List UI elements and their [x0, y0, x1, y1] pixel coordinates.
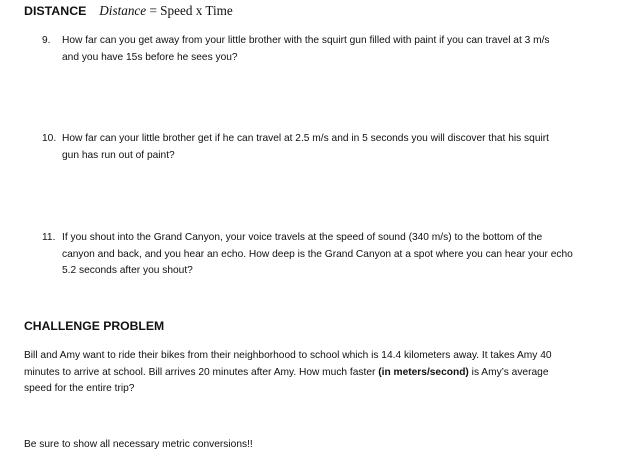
question-line: and you have 15s before he sees you? — [62, 51, 238, 63]
section-label-distance: DISTANCE — [24, 4, 87, 18]
units-emphasis: (in meters/second) — [378, 366, 469, 378]
question-number: 11. — [42, 232, 56, 243]
challenge-line-start: minutes to arrive at school. Bill arrive… — [24, 366, 379, 378]
formula-variable: Distance — [99, 3, 147, 18]
question-number: 10. — [42, 133, 57, 144]
question-line: canyon and back, and you hear an echo. H… — [62, 248, 573, 260]
challenge-line: minutes to arrive at school. Bill arrive… — [24, 365, 614, 382]
question-line: How far can you get away from your littl… — [62, 35, 550, 46]
challenge-line: Bill and Amy want to ride their bikes fr… — [24, 350, 552, 361]
question-10: 10. How far can your little brother get … — [42, 131, 612, 164]
question-line: gun has run out of paint? — [62, 149, 175, 161]
challenge-line: speed for the entire trip? — [24, 383, 135, 394]
conversion-note: Be sure to show all necessary metric con… — [24, 439, 253, 450]
challenge-line-end: is Amy’s average — [468, 366, 549, 378]
worksheet-heading: DISTANCE Distance = Speed x Time — [24, 3, 233, 22]
question-text: How far can you get away from your littl… — [62, 33, 612, 66]
question-line: How far can your little brother get if h… — [62, 133, 549, 144]
question-text: If you shout into the Grand Canyon, your… — [62, 230, 612, 280]
challenge-title: CHALLENGE PROBLEM — [24, 319, 165, 333]
distance-formula: Distance = Speed x Time — [99, 3, 232, 18]
question-line: 5.2 seconds after you shout? — [62, 265, 193, 276]
question-line: If you shout into the Grand Canyon, your… — [62, 232, 543, 243]
challenge-problem-text: Bill and Amy want to ride their bikes fr… — [24, 348, 614, 398]
question-number: 9. — [42, 35, 51, 46]
question-text: How far can your little brother get if h… — [62, 131, 612, 164]
question-9: 9. How far can you get away from your li… — [42, 33, 612, 66]
question-11: 11. If you shout into the Grand Canyon, … — [42, 230, 612, 280]
formula-expression: = Speed x Time — [149, 3, 233, 18]
